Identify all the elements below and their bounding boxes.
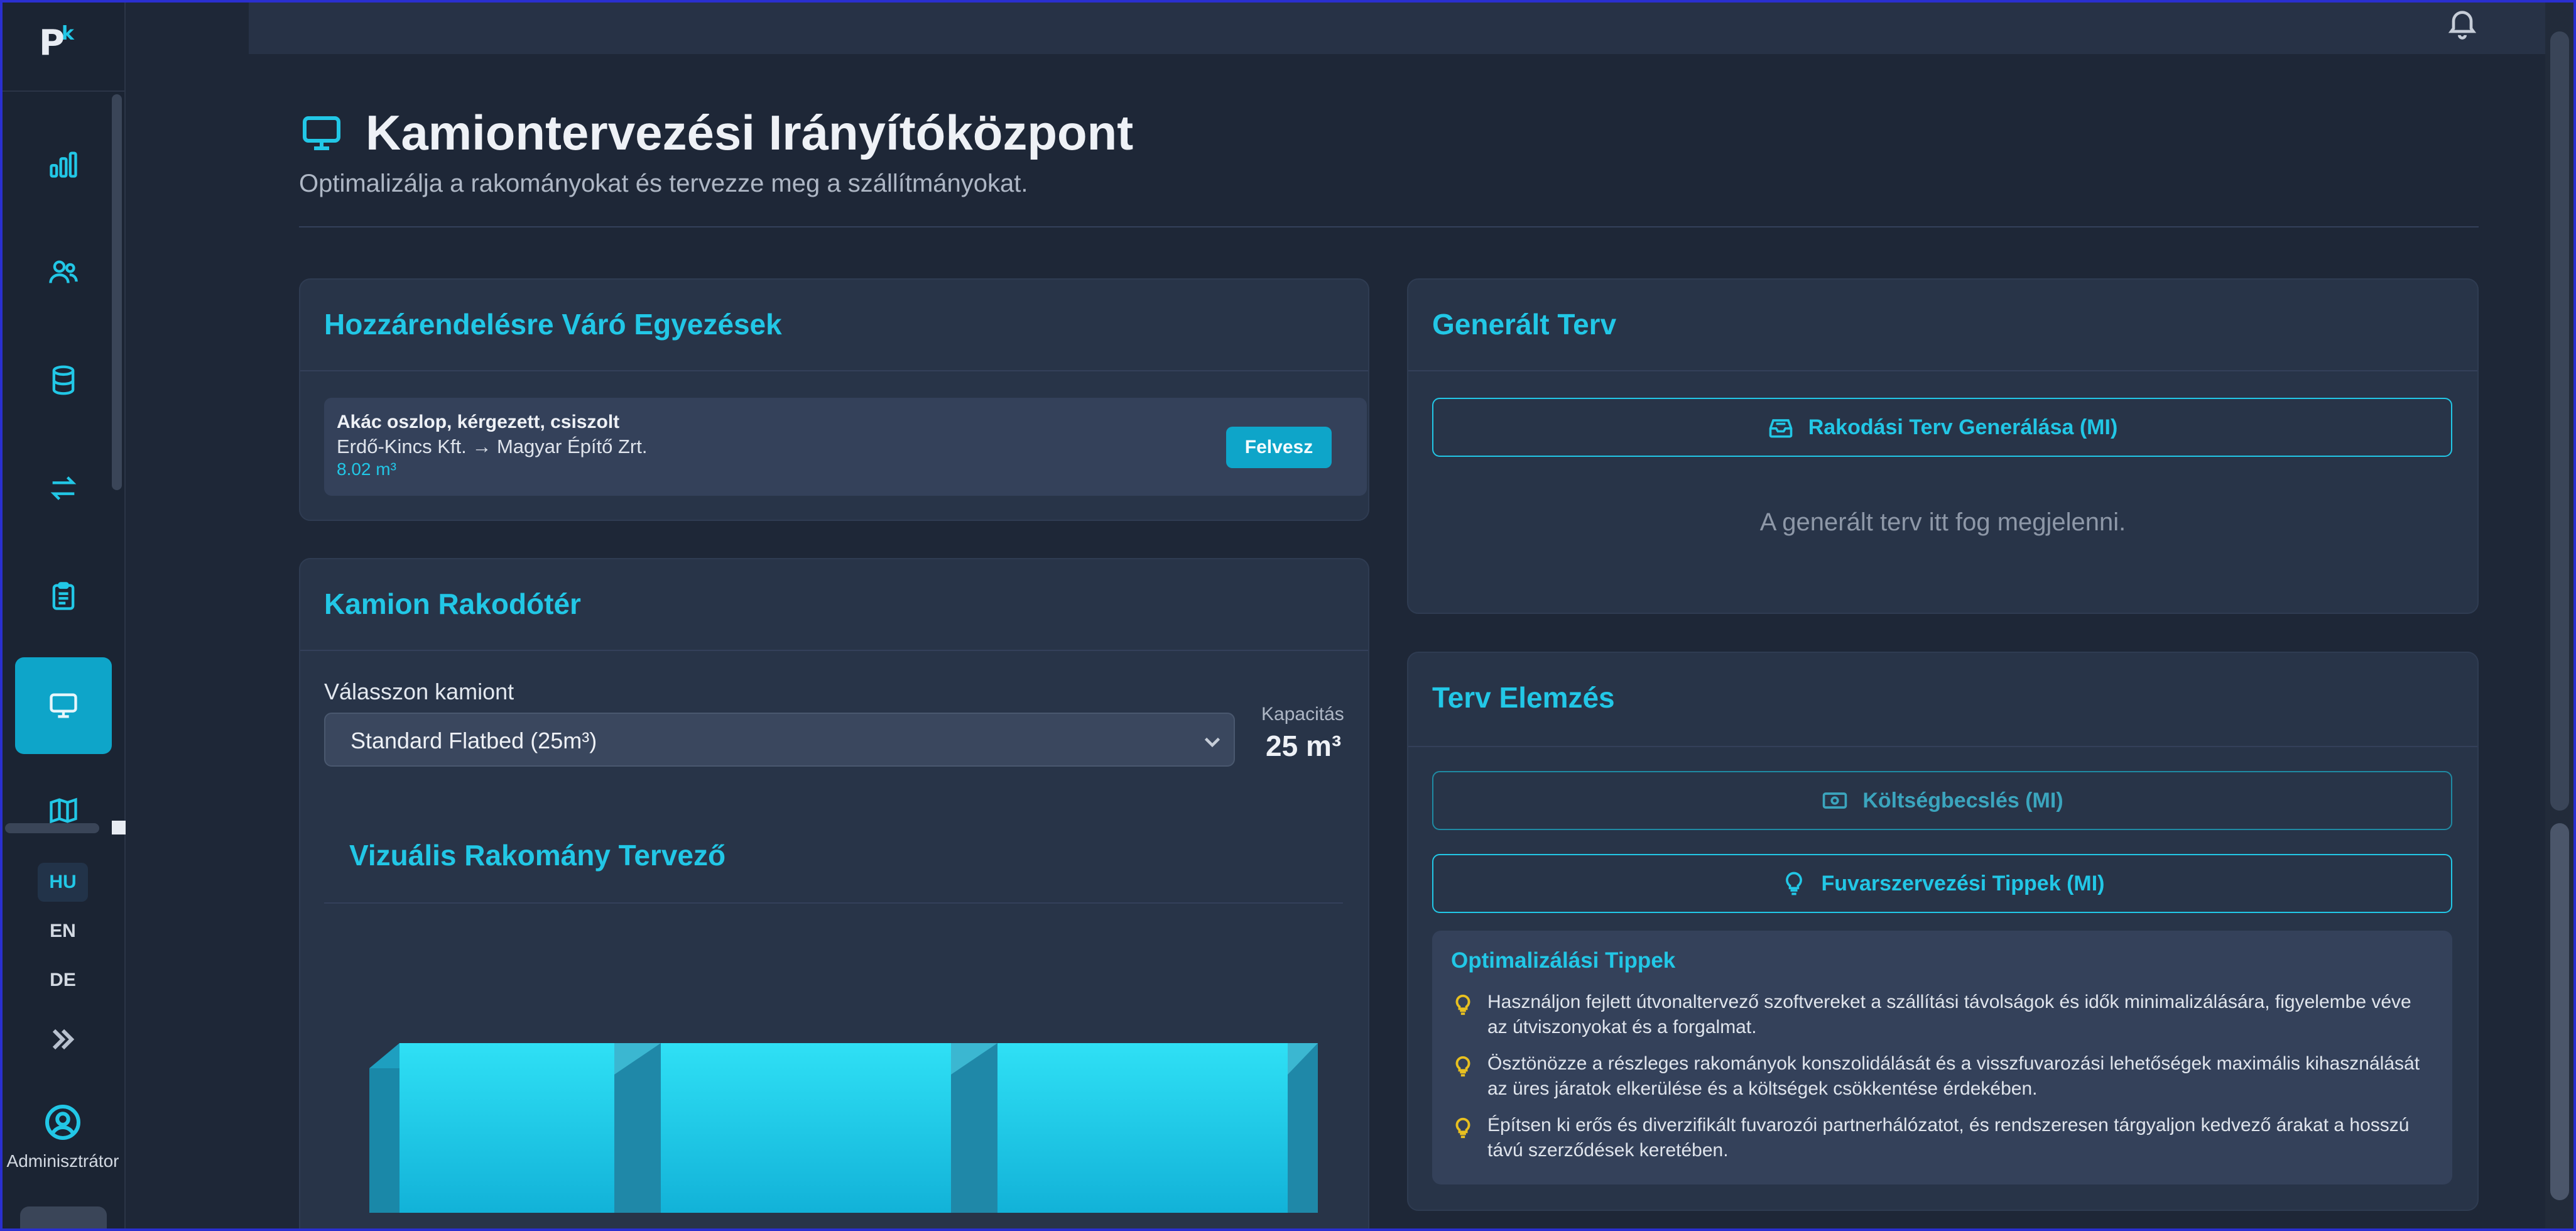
cargo-bed-left [369, 1068, 399, 1213]
language-en[interactable]: EN [38, 912, 88, 951]
sidebar-item-database[interactable] [15, 332, 112, 429]
transfer-icon [50, 476, 77, 500]
sidebar-item-map[interactable] [15, 765, 112, 826]
visual-planner-divider [324, 902, 1343, 904]
cargo-block [997, 1043, 1288, 1213]
lightbulb-icon [1785, 872, 1802, 895]
bar-chart-icon [50, 151, 77, 178]
page-subtitle: Optimalizálja a rakományokat és tervezze… [299, 170, 1028, 197]
inbox-icon [1769, 419, 1793, 438]
plan-placeholder: A generált terv itt fog megjelenni. [1759, 508, 2126, 536]
capacity-value: 25 m³ [1266, 730, 1342, 762]
expand-sidebar-button[interactable] [48, 1024, 78, 1054]
chevron-down-icon [1201, 730, 1224, 753]
optimization-tips-box: Optimalizálási Tippek Használjon fejlett… [1432, 931, 2452, 1184]
sidebar-item-users[interactable] [15, 224, 112, 320]
truck-select[interactable]: Standard Flatbed (25m³) [324, 713, 1235, 767]
tip-item: Ösztönözze a részleges rakományok konszo… [1451, 1051, 2431, 1102]
user-circle-icon [45, 1105, 80, 1140]
cargo-block [661, 1043, 951, 1213]
monitor-icon [50, 693, 77, 718]
agreement-product: Akác oszlop, kérgezett, csiszolt [337, 412, 620, 432]
page-scrollbar-thumb[interactable] [2550, 31, 2569, 811]
generated-plan-title: Generált Terv [1432, 308, 1617, 341]
sidebar-scrollbar[interactable] [112, 94, 122, 490]
users-icon [49, 260, 78, 283]
monitor-icon [299, 111, 344, 156]
bell-icon [2448, 11, 2477, 40]
admin-avatar[interactable] [44, 1103, 82, 1141]
sidebar-item-truck-planner[interactable] [15, 657, 112, 754]
top-bar [249, 0, 2548, 54]
tip-text: Használjon fejlett útvonaltervező szoftv… [1487, 992, 2411, 1037]
truck-select-label: Válasszon kamiont [324, 679, 514, 704]
card-divider [1408, 746, 2477, 747]
tip-item: Használjon fejlett útvonaltervező szoftv… [1451, 990, 2431, 1040]
language-de[interactable]: DE [38, 961, 88, 1000]
sidebar-bottom-button[interactable] [20, 1206, 107, 1231]
scrollbar-corner [112, 821, 126, 834]
card-divider [1408, 370, 2477, 371]
app-logo[interactable]: Pk [39, 23, 74, 63]
capacity-label: Kapacitás [1261, 704, 1344, 725]
card-divider [300, 650, 1368, 651]
card-divider [300, 370, 1368, 371]
pending-agreements-title: Hozzárendelésre Váró Egyezések [324, 308, 782, 341]
plan-analysis-title: Terv Elemzés [1432, 681, 1615, 714]
map-icon [50, 797, 77, 824]
chevrons-right-icon [52, 1029, 75, 1050]
truck-loading-title: Kamion Rakodótér [324, 588, 581, 620]
lightbulb-icon [1455, 1056, 1470, 1077]
notifications-button[interactable] [2445, 5, 2480, 40]
sidebar-item-transfers[interactable] [15, 440, 112, 537]
language-hu[interactable]: HU [38, 863, 88, 902]
agreement-route: Erdő-Kincs Kft. → Magyar Építő Zrt. [337, 435, 648, 457]
sidebar-item-orders[interactable] [15, 548, 112, 645]
header-divider [299, 226, 2479, 227]
cost-estimate-button[interactable]: Költségbecslés (MI) [1432, 771, 2452, 830]
admin-label[interactable]: Adminisztrátor [0, 1151, 126, 1171]
sidebar: Pk HU EN DE Adminisztrátor [0, 0, 126, 1231]
cargo-block [399, 1043, 614, 1213]
truck-bed-illustration [369, 1043, 1318, 1213]
visual-planner-title: Vizuális Rakomány Tervező [349, 839, 726, 872]
page-scrollbar-lower[interactable] [2550, 823, 2569, 1200]
truck-loading-card: Kamion Rakodótér Válasszon kamiont Stand… [299, 558, 1369, 1231]
truck-select-value: Standard Flatbed (25m³) [351, 728, 597, 753]
sidebar-horizontal-scrollbar[interactable] [5, 823, 99, 833]
tip-item: Építsen ki erős és diverzifikált fuvaroz… [1451, 1113, 2431, 1163]
optimization-tips-title: Optimalizálási Tippek [1451, 948, 1676, 973]
lightbulb-icon [1455, 1117, 1470, 1139]
lightbulb-icon [1455, 994, 1470, 1015]
agreement-volume: 8.02 m³ [337, 459, 396, 479]
add-to-truck-button[interactable]: Felvesz [1226, 427, 1332, 468]
clipboard-icon [52, 582, 75, 610]
sidebar-item-dashboard[interactable] [15, 116, 112, 212]
sidebar-divider [0, 90, 126, 92]
freight-tips-button[interactable]: Fuvarszervezési Tippek (MI) [1432, 854, 2452, 913]
generated-plan-card: Generált Terv Rakodási Terv Generálása (… [1407, 278, 2479, 614]
tip-text: Ösztönözze a részleges rakományok konszo… [1487, 1053, 2420, 1099]
agreement-item: Akác oszlop, kérgezett, csiszolt Erdő-Ki… [324, 398, 1367, 496]
plan-analysis-card: Terv Elemzés Költségbecslés (MI) Fuvarsz… [1407, 652, 2479, 1211]
tip-text: Építsen ki erős és diverzifikált fuvaroz… [1487, 1115, 2410, 1161]
page-title: Kamiontervezési Irányítóközpont [366, 105, 1134, 160]
database-icon [52, 365, 75, 395]
banknote-icon [1823, 792, 1847, 809]
pending-agreements-card: Hozzárendelésre Váró Egyezések Akác oszl… [299, 278, 1369, 521]
cargo-visualizer[interactable] [369, 1024, 1318, 1213]
generate-plan-button[interactable]: Rakodási Terv Generálása (MI) [1432, 398, 2452, 457]
